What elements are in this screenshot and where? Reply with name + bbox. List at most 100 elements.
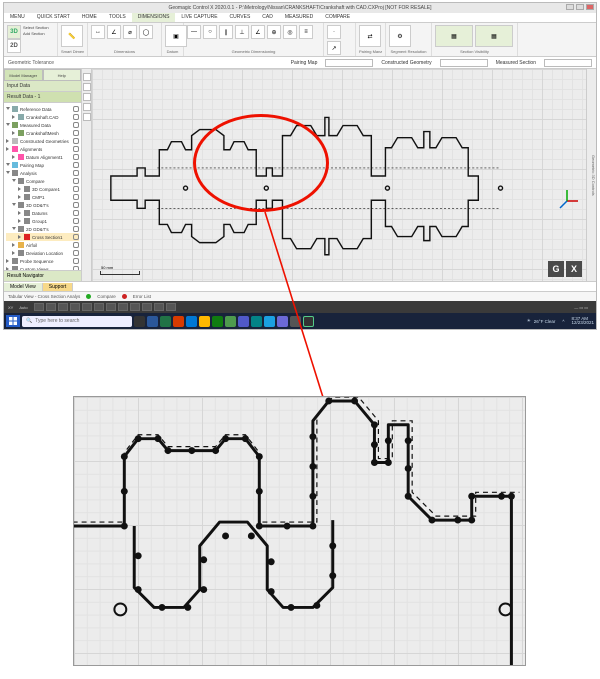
tree-caret-icon[interactable]	[12, 155, 16, 159]
tree-node-4[interactable]: Constructed Geometries	[6, 137, 79, 145]
visibility-toggle-icon[interactable]	[73, 234, 79, 240]
status-btn-7[interactable]	[106, 303, 116, 311]
tree-node-13[interactable]: Datums	[6, 209, 79, 217]
btn-symmetry[interactable]: ≡	[299, 25, 313, 39]
dd-pairing[interactable]	[325, 59, 373, 67]
btn-pairing-mgr[interactable]: ⇄	[359, 25, 381, 47]
btn-angularity[interactable]: ∠	[251, 25, 265, 39]
visibility-toggle-icon[interactable]	[73, 114, 79, 120]
dd-measured[interactable]	[544, 59, 592, 67]
btn-angular-dim[interactable]: ∠	[107, 25, 121, 39]
visibility-toggle-icon[interactable]	[73, 106, 79, 112]
btn-linear-dim[interactable]: ↔	[91, 25, 105, 39]
task-explorer-icon[interactable]	[199, 316, 210, 327]
status-btn-3[interactable]	[58, 303, 68, 311]
tree-node-9[interactable]: Compare	[6, 177, 79, 185]
task-ppt-icon[interactable]	[173, 316, 184, 327]
tree-caret-icon[interactable]	[6, 259, 10, 263]
task-gx-icon[interactable]	[303, 316, 314, 327]
sidebar-tab-model[interactable]: Model Manager	[4, 69, 43, 81]
btn-circularity[interactable]: ○	[203, 25, 217, 39]
visibility-toggle-icon[interactable]	[73, 154, 79, 160]
task-icon-13[interactable]	[290, 316, 301, 327]
status-btn-8[interactable]	[118, 303, 128, 311]
task-teams-icon[interactable]	[238, 316, 249, 327]
btn-parallelism[interactable]: ∥	[219, 25, 233, 39]
right-collapsed-panel[interactable]: Geometric 3D Controls	[586, 69, 596, 281]
sidebar-result-head[interactable]: Result Data - 1	[4, 92, 81, 103]
task-icon-11[interactable]	[264, 316, 275, 327]
view-triad[interactable]	[554, 188, 580, 216]
status-btn-11[interactable]	[154, 303, 164, 311]
menu-menu[interactable]: MENU	[4, 13, 31, 22]
select-section[interactable]: Select Section	[23, 25, 49, 30]
status-btn-9[interactable]	[130, 303, 140, 311]
close-button[interactable]	[586, 4, 594, 10]
status-auto[interactable]: Auto	[19, 305, 27, 310]
status-btn-2[interactable]	[46, 303, 56, 311]
btn-smart-dim[interactable]: 📏	[61, 25, 83, 47]
btn-vector[interactable]: ↗	[327, 41, 341, 55]
compare-label[interactable]: Compare	[97, 294, 116, 299]
btn-radial-dim[interactable]: ⌀	[123, 25, 137, 39]
btn-position[interactable]: ⊕	[267, 25, 281, 39]
tab-model-view[interactable]: Model View	[4, 283, 43, 291]
visibility-toggle-icon[interactable]	[73, 170, 79, 176]
tree-caret-icon[interactable]	[18, 235, 22, 239]
result-navigator-head[interactable]: Result Navigator	[4, 270, 81, 281]
task-icon-1[interactable]	[134, 316, 145, 327]
tree-node-1[interactable]: Crankshaft.CAD	[6, 113, 79, 121]
min-button[interactable]	[566, 4, 574, 10]
tree-node-18[interactable]: Deviation Location	[6, 249, 79, 257]
visibility-toggle-icon[interactable]	[73, 250, 79, 256]
task-icon-12[interactable]	[277, 316, 288, 327]
visibility-toggle-icon[interactable]	[73, 138, 79, 144]
menu-tools[interactable]: TOOLS	[103, 13, 132, 22]
dd-constructed[interactable]	[440, 59, 488, 67]
tree-caret-icon[interactable]	[6, 163, 10, 167]
tree-node-7[interactable]: Pairing Map	[6, 161, 79, 169]
tree-node-12[interactable]: 3D GD&T's	[6, 201, 79, 209]
tree-node-11[interactable]: CMP1	[6, 193, 79, 201]
status-btn-4[interactable]	[70, 303, 80, 311]
tree-caret-icon[interactable]	[18, 187, 22, 191]
visibility-toggle-icon[interactable]	[73, 186, 79, 192]
status-btn-10[interactable]	[142, 303, 152, 311]
btn-concentricity[interactable]: ◎	[283, 25, 297, 39]
task-icon-8[interactable]	[225, 316, 236, 327]
tree-node-2[interactable]: Measured Data	[6, 121, 79, 129]
crumb-measured[interactable]: Measured Section	[496, 60, 536, 66]
system-tray[interactable]: ☀ 26°F Clear ^ 8:37 AM 12/23/2021	[527, 317, 594, 326]
tree-node-5[interactable]: Alignments	[6, 145, 79, 153]
crumb-constructed[interactable]: Constructed Geometry	[381, 60, 431, 66]
visibility-toggle-icon[interactable]	[73, 258, 79, 264]
task-icon-7[interactable]	[212, 316, 223, 327]
tree-node-6[interactable]: Datum Alignment1	[6, 153, 79, 161]
visibility-toggle-icon[interactable]	[73, 146, 79, 152]
tool-2[interactable]	[83, 83, 91, 91]
taskbar-search[interactable]: 🔍 Type here to search	[22, 316, 132, 327]
tree-caret-icon[interactable]	[6, 139, 10, 143]
tree-node-19[interactable]: Probe Sequence	[6, 257, 79, 265]
btn-3d[interactable]: 3D	[7, 25, 21, 39]
btn-seg-resolution[interactable]: ⚙	[389, 25, 411, 47]
tool-3[interactable]	[83, 93, 91, 101]
start-button[interactable]	[6, 315, 20, 327]
tool-1[interactable]	[83, 73, 91, 81]
tree-node-14[interactable]: Group1	[6, 217, 79, 225]
task-word-icon[interactable]	[147, 316, 158, 327]
status-btn-5[interactable]	[82, 303, 92, 311]
tree-node-16[interactable]: Cross Section1	[6, 233, 79, 241]
visibility-toggle-icon[interactable]	[73, 242, 79, 248]
menu-cad[interactable]: CAD	[256, 13, 279, 22]
visibility-toggle-icon[interactable]	[73, 218, 79, 224]
tree-node-8[interactable]: Analysis	[6, 169, 79, 177]
add-section[interactable]: Add Section	[23, 31, 49, 36]
max-button[interactable]	[576, 4, 584, 10]
tree-caret-icon[interactable]	[6, 171, 10, 175]
tab-support[interactable]: Support	[43, 283, 74, 291]
status-btn-12[interactable]	[166, 303, 176, 311]
btn-perpendicularity[interactable]: ⊥	[235, 25, 249, 39]
menu-quickstart[interactable]: QUICK START	[31, 13, 76, 22]
tree-node-10[interactable]: 3D Compare1	[6, 185, 79, 193]
